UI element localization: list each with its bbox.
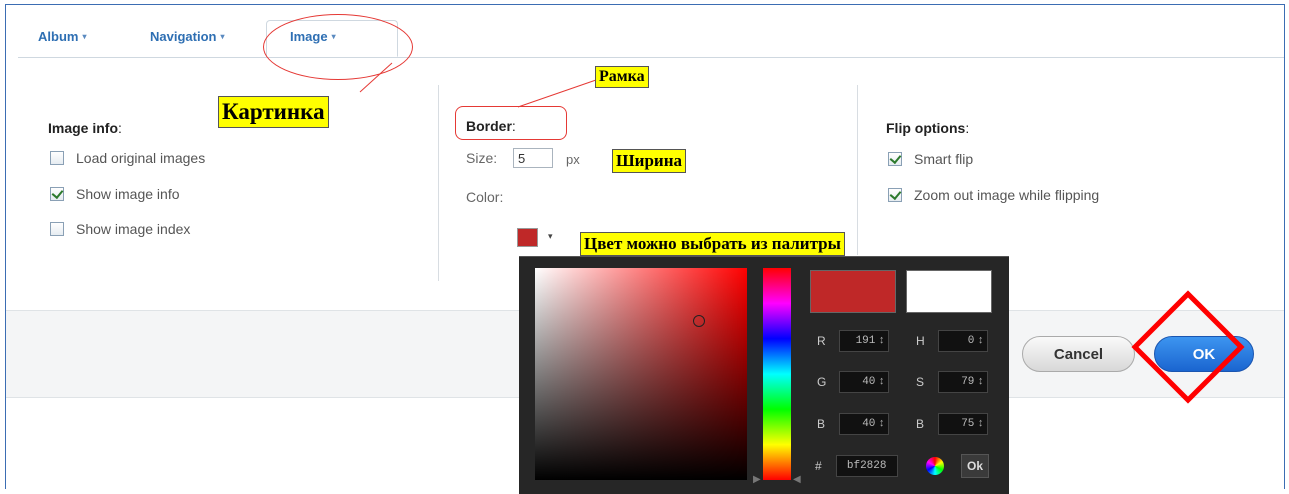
chevron-down-icon: ▾ [220,32,225,41]
cancel-button[interactable]: Cancel [1022,336,1135,372]
checkbox[interactable] [50,151,64,165]
hue-slider[interactable] [763,268,791,480]
new-color-preview [810,270,896,313]
checkbox-checked[interactable] [888,152,902,166]
spinner-icon[interactable]: ↕ [977,376,984,388]
color-label: Color: [466,189,504,205]
section-divider [857,85,858,255]
annotation-palette: Цвет можно выбрать из палитры [580,232,845,256]
annotation-image-tab: Картинка [218,96,329,128]
saturation-input[interactable]: 79 ↕ [938,371,988,393]
annotation-width: Ширина [612,149,687,173]
spinner-icon[interactable]: ↕ [878,418,885,430]
tab-bar: Album ▾ Navigation ▾ Image ▾ [18,17,1284,58]
red-input[interactable]: 191 ↕ [839,330,889,352]
checkbox-checked[interactable] [888,188,902,202]
saturation-value-area[interactable] [535,268,747,480]
hex-field: # bf2828 [815,455,898,477]
border-title: Border: [466,118,516,134]
size-label: Size: [466,150,498,166]
picker-ok-button[interactable]: Ok [961,454,989,478]
checkbox[interactable] [50,222,64,236]
hue-arrow-left-icon[interactable]: ▶ [753,474,761,485]
spinner-icon[interactable]: ↕ [977,335,984,347]
brightness-input[interactable]: 75 ↕ [938,413,988,435]
border-size-input[interactable] [513,148,553,168]
brightness-field: B 75 ↕ [916,413,988,435]
checkbox-checked[interactable] [50,187,64,201]
picker-cursor[interactable] [693,315,705,327]
chevron-down-icon: ▾ [82,32,87,41]
tab-album[interactable]: Album ▾ [38,29,86,44]
section-divider [438,85,439,281]
blue-field: B 40 ↕ [817,413,889,435]
load-original-option[interactable]: Load original images [50,150,205,166]
spinner-icon[interactable]: ↕ [977,418,984,430]
annotation-frame: Рамка [595,66,649,88]
image-tab-highlight [263,14,413,80]
image-info-title: Image info: [48,120,122,136]
size-unit: px [566,152,580,167]
hex-input[interactable]: bf2828 [835,455,898,477]
hue-arrow-right-icon[interactable]: ◀ [793,474,801,485]
show-image-info-option[interactable]: Show image info [50,186,180,202]
color-swatch-button[interactable] [517,228,538,247]
saturation-field: S 79 ↕ [916,371,988,393]
smart-flip-option[interactable]: Smart flip [888,151,973,167]
green-field: G 40 ↕ [817,371,889,393]
blue-input[interactable]: 40 ↕ [839,413,889,435]
zoom-out-option[interactable]: Zoom out image while flipping [888,187,1099,203]
show-image-index-option[interactable]: Show image index [50,221,190,237]
hue-field: H 0 ↕ [916,330,988,352]
hue-input[interactable]: 0 ↕ [938,330,988,352]
red-field: R 191 ↕ [817,330,889,352]
flip-options-title: Flip options: [886,120,970,136]
chevron-down-icon[interactable]: ▾ [548,231,553,242]
spinner-icon[interactable]: ↕ [878,376,885,388]
green-input[interactable]: 40 ↕ [839,371,889,393]
spinner-icon[interactable]: ↕ [878,335,885,347]
color-wheel-icon[interactable] [926,457,944,475]
old-color-preview[interactable] [906,270,992,313]
tab-navigation[interactable]: Navigation ▾ [150,29,224,44]
